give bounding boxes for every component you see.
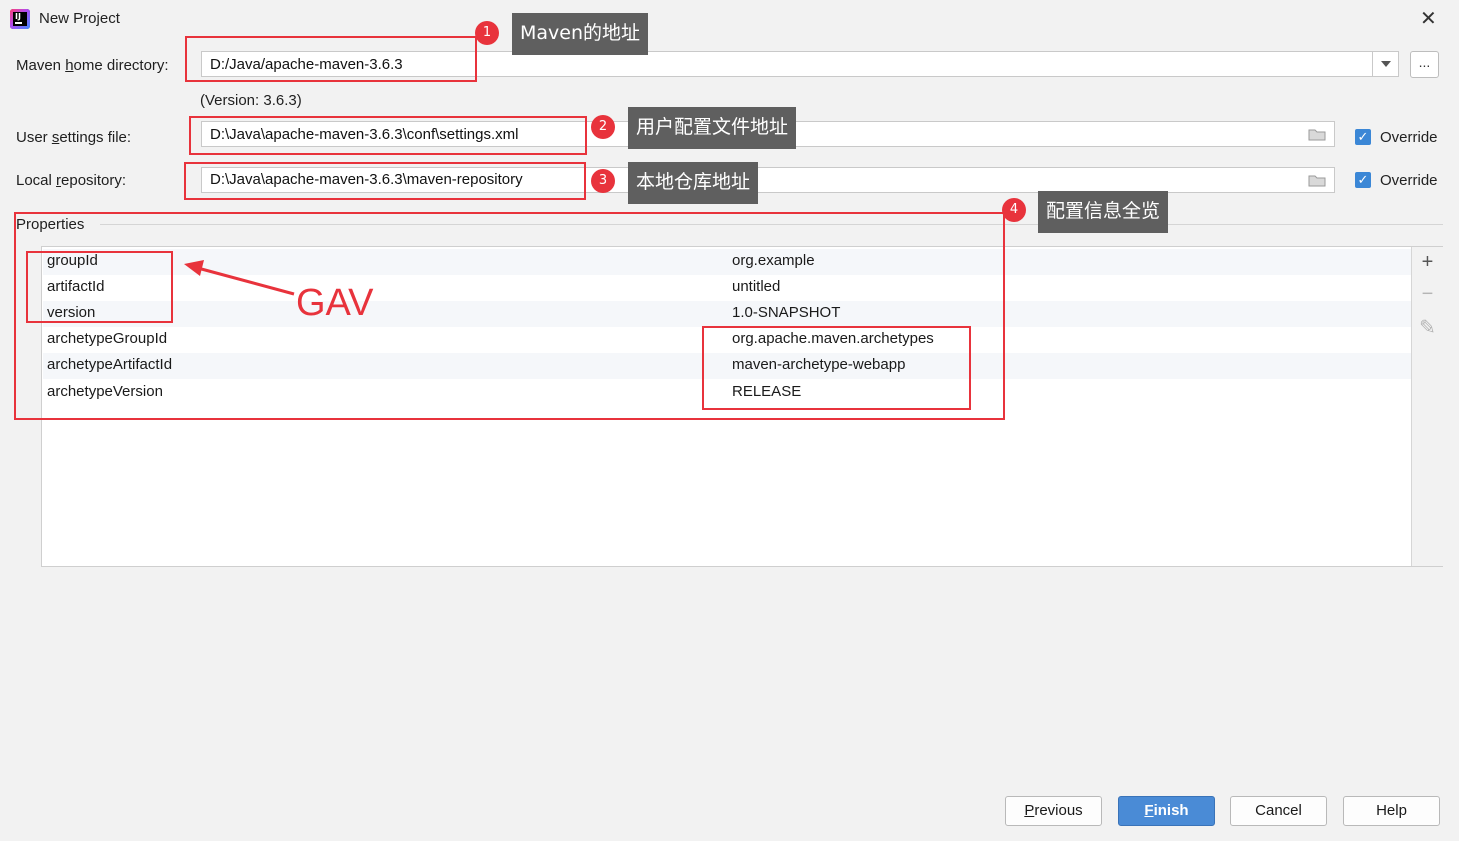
remove-icon[interactable]: −	[1412, 283, 1443, 306]
previous-button[interactable]: Previous	[1005, 796, 1102, 826]
chevron-down-icon[interactable]	[1372, 51, 1399, 77]
window-title: New Project	[39, 10, 120, 27]
annotation-box-maven-home	[185, 36, 477, 82]
arrow-icon	[184, 260, 295, 296]
close-icon[interactable]: ✕	[1420, 6, 1437, 31]
local-repo-label: Local repository:	[16, 172, 127, 189]
badge-4: 4	[1002, 198, 1026, 222]
annotation-box-settings	[189, 116, 587, 155]
badge-3: 3	[591, 169, 615, 193]
annotation-box-archetype	[702, 326, 971, 410]
help-button[interactable]: Help	[1343, 796, 1440, 826]
user-settings-override-checkbox[interactable]: ✓	[1355, 129, 1371, 145]
user-settings-label: User settings file:	[16, 129, 132, 146]
local-repo-override-label[interactable]: Override	[1380, 172, 1438, 189]
table-toolbar: + − ✎	[1411, 247, 1443, 566]
local-repo-override-checkbox[interactable]: ✓	[1355, 172, 1371, 188]
folder-icon[interactable]	[1308, 128, 1326, 141]
tip-properties: 配置信息全览	[1038, 191, 1169, 233]
badge-1: 1	[475, 21, 499, 45]
user-settings-override-label[interactable]: Override	[1380, 129, 1438, 146]
annotation-box-gav	[26, 251, 173, 323]
tip-repo: 本地仓库地址	[628, 162, 759, 204]
cancel-button[interactable]: Cancel	[1230, 796, 1327, 826]
badge-2: 2	[591, 115, 615, 139]
folder-icon[interactable]	[1308, 174, 1326, 187]
browse-button[interactable]: ...	[1410, 51, 1439, 78]
intellij-icon: IJ	[10, 9, 30, 29]
gav-annotation: GAV	[296, 282, 374, 324]
finish-button[interactable]: Finish	[1118, 796, 1215, 826]
maven-version-text: (Version: 3.6.3)	[200, 92, 302, 109]
add-icon[interactable]: +	[1412, 251, 1443, 274]
tip-settings: 用户配置文件地址	[628, 107, 797, 149]
edit-icon[interactable]: ✎	[1412, 315, 1443, 340]
maven-home-label: Maven home directory:	[16, 57, 169, 74]
annotation-box-repo	[184, 162, 586, 200]
tip-maven-home: Maven的地址	[512, 13, 649, 55]
